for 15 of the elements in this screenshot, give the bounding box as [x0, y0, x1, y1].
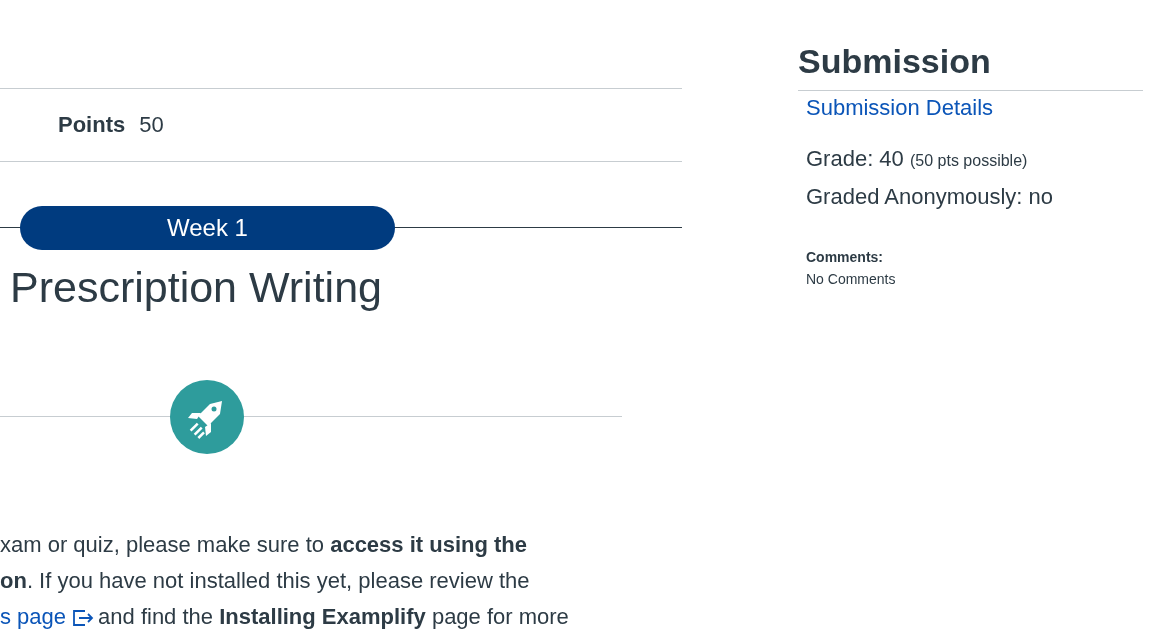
- week-banner: Week 1: [20, 206, 395, 250]
- rocket-icon: [170, 380, 244, 454]
- comments-label: Comments:: [806, 249, 884, 265]
- external-link-icon: [72, 609, 95, 627]
- module-title: Prescription Writing: [10, 262, 383, 313]
- sidebar-title: Submission: [798, 40, 1143, 91]
- page-link[interactable]: s page: [0, 604, 67, 629]
- points-possible: (50 pts possible): [909, 152, 1028, 169]
- instructions-paragraph: xam or quiz, please make sure to access it using the on. If you have not installed this yet, please review the s page and find the Installing Examplify page for more: [0, 531, 570, 631]
- points-label: Points: [58, 112, 126, 138]
- points-value: 50: [139, 112, 164, 138]
- comments-text: No Comments: [806, 271, 897, 287]
- grade-text: Grade: 40: [806, 146, 904, 171]
- submission-details-link[interactable]: Submission Details: [806, 95, 994, 121]
- anonymous-grading-text: Graded Anonymously: no: [806, 183, 1055, 211]
